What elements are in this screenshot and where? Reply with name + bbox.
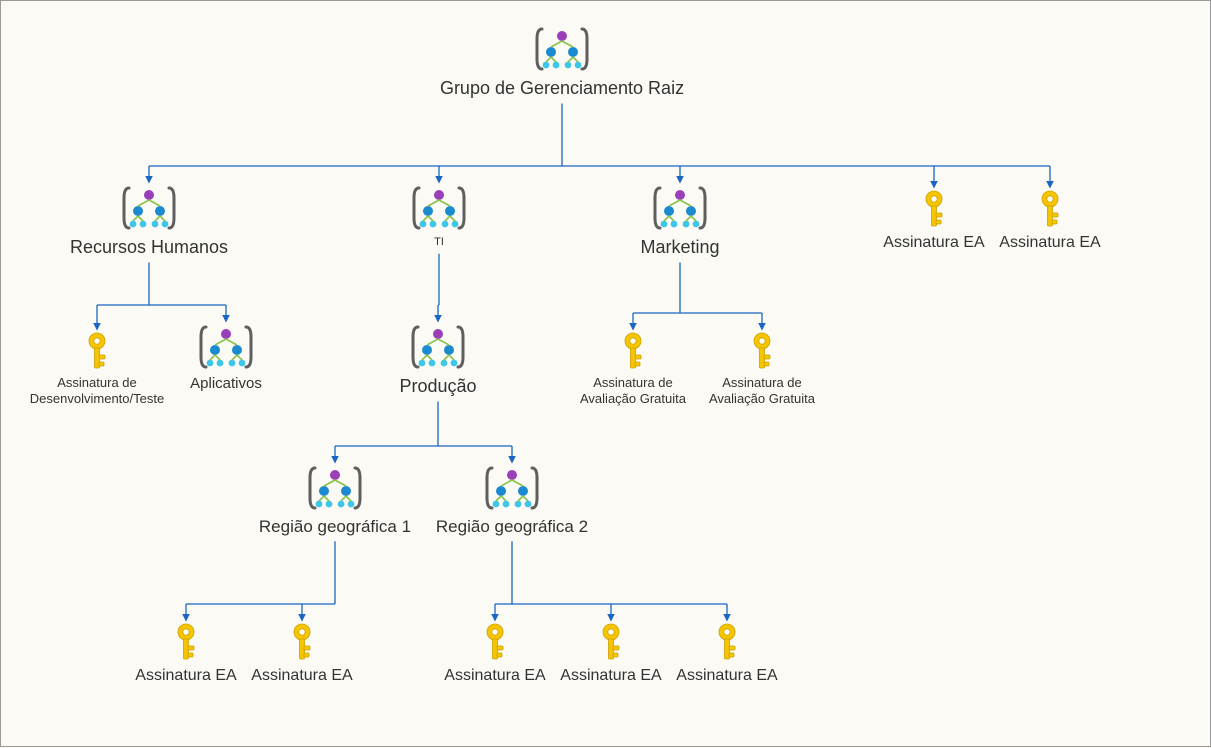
node-label: Região geográfica 1 <box>259 516 411 537</box>
node-root: Grupo de Gerenciamento Raiz <box>472 25 652 100</box>
node-g2s3: Assinatura EA <box>637 622 817 686</box>
node-label: Assinatura de Avaliação Gratuita <box>580 375 686 408</box>
node-label: TI <box>434 236 444 250</box>
subscription-key-icon <box>616 331 650 371</box>
subscription-key-icon <box>1033 189 1067 229</box>
management-group-icon <box>652 184 708 232</box>
subscription-key-icon <box>594 622 628 662</box>
management-group-icon <box>411 184 467 232</box>
subscription-key-icon <box>169 622 203 662</box>
subscription-key-icon <box>478 622 512 662</box>
node-label: Aplicativos <box>190 375 262 394</box>
subscription-key-icon <box>80 331 114 371</box>
subscription-key-icon <box>917 189 951 229</box>
node-label: Grupo de Gerenciamento Raiz <box>440 77 684 100</box>
node-eaTop2: Assinatura EA <box>960 189 1140 253</box>
node-label: Assinatura EA <box>676 666 777 686</box>
management-group-icon <box>198 323 254 371</box>
node-mkt: Marketing <box>590 184 770 259</box>
node-label: Assinatura EA <box>251 666 352 686</box>
node-g1s2: Assinatura EA <box>212 622 392 686</box>
node-mktSub2: Assinatura de Avaliação Gratuita <box>672 331 852 408</box>
node-geo1: Região geográfica 1 <box>245 464 425 537</box>
node-label: Marketing <box>640 236 719 259</box>
management-group-icon <box>534 25 590 73</box>
node-label: Assinatura de Avaliação Gratuita <box>709 375 815 408</box>
subscription-key-icon <box>710 622 744 662</box>
node-label: Assinatura EA <box>999 233 1100 253</box>
management-group-icon <box>484 464 540 512</box>
management-group-icon <box>121 184 177 232</box>
node-apps: Aplicativos <box>136 323 316 394</box>
node-ti: TI <box>349 184 529 250</box>
subscription-key-icon <box>285 622 319 662</box>
node-label: Região geográfica 2 <box>436 516 588 537</box>
subscription-key-icon <box>745 331 779 371</box>
node-geo2: Região geográfica 2 <box>422 464 602 537</box>
node-prod: Produção <box>348 323 528 398</box>
node-label: Recursos Humanos <box>70 236 228 259</box>
node-rh: Recursos Humanos <box>59 184 239 259</box>
management-group-icon <box>410 323 466 371</box>
node-label: Produção <box>399 375 476 398</box>
management-group-icon <box>307 464 363 512</box>
